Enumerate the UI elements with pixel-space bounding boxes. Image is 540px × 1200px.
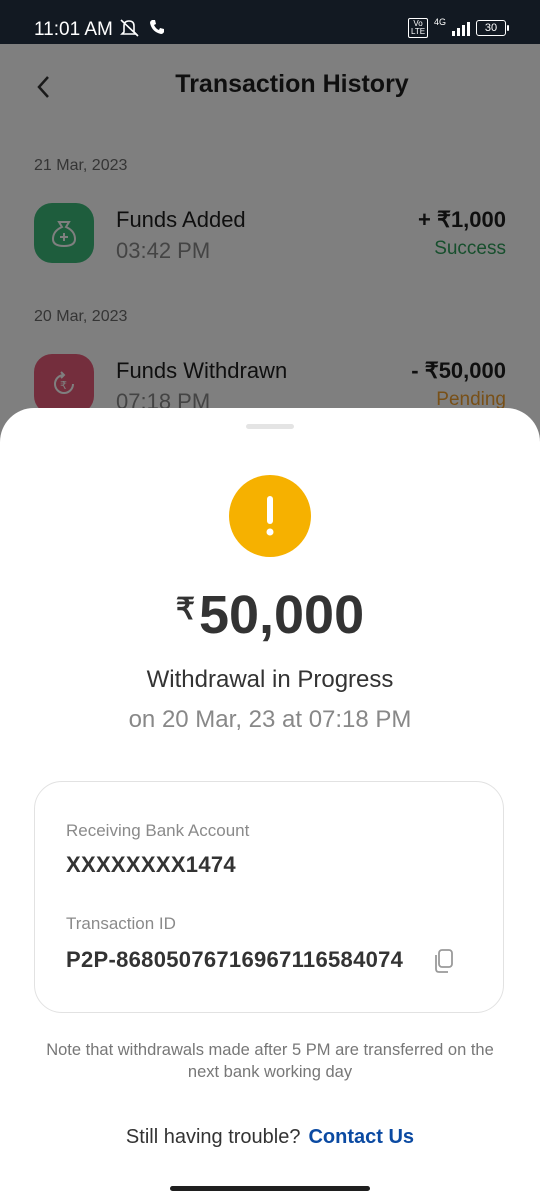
pending-alert-icon [229, 475, 311, 557]
call-icon [150, 20, 164, 34]
bank-account-label: Receiving Bank Account [66, 821, 250, 840]
mute-bell-icon [120, 19, 139, 37]
withdrawal-date: on 20 Mar, 23 at 07:18 PM [128, 706, 412, 733]
transaction-id-value: P2P-86805076716967116584074 [66, 947, 404, 972]
amount-value: 50,000 [198, 585, 365, 645]
status-bar: 11:01 AM Vo LTE 4G 30 [0, 0, 540, 44]
exclamation-icon [266, 496, 274, 536]
amount-display: ₹50,000 [0, 584, 540, 646]
transaction-id-label: Transaction ID [66, 914, 176, 933]
copy-icon[interactable] [433, 948, 455, 974]
battery-icon: 30 [476, 20, 509, 36]
transaction-detail-sheet: ₹50,000 Withdrawal in Progress on 20 Mar… [0, 408, 540, 1200]
currency-symbol: ₹ [175, 593, 195, 626]
status-time: 11:01 AM [34, 19, 113, 40]
transaction-details-card: Receiving Bank Account XXXXXXXX1474 Tran… [34, 781, 504, 1013]
gesture-nav-bar[interactable] [170, 1186, 370, 1191]
withdrawal-status: Withdrawal in Progress [146, 666, 394, 693]
contact-us-link[interactable]: Contact Us [308, 1126, 414, 1148]
volte-indicator: Vo LTE [407, 18, 428, 38]
signal-icon [452, 20, 470, 36]
sheet-drag-handle[interactable] [246, 424, 294, 429]
withdrawal-note: Note that withdrawals made after 5 PM ar… [46, 1041, 494, 1081]
help-text: Still having trouble? [125, 1126, 301, 1148]
bank-account-value: XXXXXXXX1474 [66, 852, 236, 877]
help-row: Still having trouble? Contact Us [0, 1126, 540, 1149]
network-type: 4G [433, 17, 446, 27]
